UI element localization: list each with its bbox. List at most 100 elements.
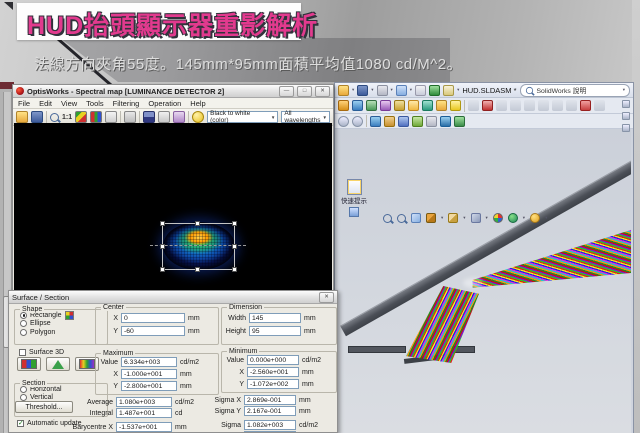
menu-filtering[interactable]: Filtering: [113, 99, 140, 108]
component-pattern-icon[interactable]: [366, 100, 377, 111]
smart-fasteners-icon[interactable]: [380, 100, 391, 111]
motion-study-icon[interactable]: [510, 100, 521, 111]
filter-icon[interactable]: [173, 111, 185, 123]
view-orientation-icon[interactable]: [426, 213, 436, 223]
selection-handle[interactable]: [232, 267, 237, 272]
rectangle-radio[interactable]: [20, 312, 27, 319]
color-scale-icon[interactable]: [75, 111, 87, 123]
equations-icon[interactable]: [552, 100, 563, 111]
surface-section-titlebar[interactable]: Surface / Section ✕: [9, 291, 337, 304]
menu-operation[interactable]: Operation: [148, 99, 181, 108]
quick-tips-widget[interactable]: 快速提示: [338, 179, 370, 217]
selection-handle[interactable]: [160, 244, 165, 249]
ellipse-radio[interactable]: [20, 320, 27, 327]
print-icon[interactable]: [377, 85, 388, 96]
simulation-icon[interactable]: [496, 100, 507, 111]
search-dropdown-arrow[interactable]: ▾: [623, 87, 625, 93]
contrast-icon[interactable]: [158, 111, 170, 123]
solidworks-viewport[interactable]: ▾ ▾ ▾ ▾ ▾ 快速提示: [335, 129, 631, 433]
open-icon[interactable]: [338, 85, 349, 96]
open-icon[interactable]: [16, 111, 28, 123]
layers-icon[interactable]: [143, 111, 155, 123]
bom-icon[interactable]: [566, 100, 577, 111]
center-x-input[interactable]: 0: [121, 313, 185, 323]
assembly-features-icon[interactable]: [422, 100, 433, 111]
menu-file[interactable]: File: [18, 99, 30, 108]
features-icon[interactable]: [384, 116, 395, 127]
save-dropdown-arrow[interactable]: ▾: [371, 87, 373, 93]
save-icon[interactable]: [31, 111, 43, 123]
spectral-map-viewport[interactable]: [14, 123, 332, 290]
zoom-fit-icon[interactable]: [383, 214, 392, 223]
exploded-view-icon[interactable]: [468, 100, 479, 111]
task-pane-design-library-icon[interactable]: [622, 112, 630, 120]
sketch-icon[interactable]: [370, 116, 381, 127]
false-color-button[interactable]: [17, 357, 41, 371]
apply-scene-icon[interactable]: [508, 213, 518, 223]
vertical-radio[interactable]: [20, 394, 27, 401]
menu-tools[interactable]: Tools: [86, 99, 104, 108]
surfaces-icon[interactable]: [398, 116, 409, 127]
select-icon[interactable]: [415, 85, 426, 96]
cie-diagram-button[interactable]: [46, 357, 70, 371]
open-dropdown-arrow[interactable]: ▾: [352, 87, 354, 93]
curvature-icon[interactable]: [580, 100, 591, 111]
wavelengths-dropdown[interactable]: All wavelengths ▼: [281, 111, 330, 123]
selection-handle[interactable]: [195, 267, 200, 272]
menu-view[interactable]: View: [61, 99, 77, 108]
minimize-button[interactable]: —: [279, 86, 294, 97]
hide-show-items-icon[interactable]: [471, 213, 481, 223]
view-orientation-arrow[interactable]: ▾: [441, 215, 443, 221]
show-hidden-icon[interactable]: [408, 100, 419, 111]
selection-handle[interactable]: [160, 221, 165, 226]
zoom-icon[interactable]: [50, 113, 59, 122]
apply-scene-arrow[interactable]: ▾: [523, 215, 525, 221]
zoom-area-icon[interactable]: [397, 214, 406, 223]
view-settings-arrow[interactable]: ▾: [545, 215, 547, 221]
back-icon[interactable]: [338, 116, 349, 127]
edit-appearance-icon[interactable]: [493, 213, 503, 223]
solidworks-search-box[interactable]: SolidWorks 說明 ▾: [520, 84, 630, 97]
mate-icon[interactable]: [352, 100, 363, 111]
reference-geometry-icon[interactable]: [436, 100, 447, 111]
selection-handle[interactable]: [160, 267, 165, 272]
view-settings-icon[interactable]: [530, 213, 540, 223]
selection-handle[interactable]: [195, 221, 200, 226]
interference-detection-icon[interactable]: [482, 100, 493, 111]
automatic-update-checkbox[interactable]: ✓: [17, 420, 24, 427]
undo-dropdown-arrow[interactable]: ▾: [410, 87, 412, 93]
quick-tips-icon[interactable]: [347, 179, 362, 195]
mass-properties-icon[interactable]: [538, 100, 549, 111]
rebuild-icon[interactable]: [429, 85, 440, 96]
options-dropdown-arrow[interactable]: ▾: [457, 87, 459, 93]
colormap-dropdown[interactable]: Black to white (color) ▼: [207, 111, 278, 123]
threshold-button[interactable]: Threshold...: [15, 401, 73, 413]
display-style-arrow[interactable]: ▾: [463, 215, 465, 221]
measurement-selection-rect[interactable]: [162, 223, 235, 270]
office-products-icon[interactable]: [440, 116, 451, 127]
center-y-input[interactable]: -60: [121, 326, 185, 336]
save-icon[interactable]: [357, 85, 368, 96]
print-dropdown-arrow[interactable]: ▾: [391, 87, 393, 93]
horizontal-radio[interactable]: [20, 386, 27, 393]
optisworks-titlebar[interactable]: OptisWorks - Spectral map [LUMINANCE DET…: [13, 85, 333, 98]
insert-component-icon[interactable]: [338, 100, 349, 111]
help-icon[interactable]: [450, 100, 461, 111]
dimxpert-icon[interactable]: [426, 116, 437, 127]
measure-icon[interactable]: [524, 100, 535, 111]
maximize-button[interactable]: □: [297, 86, 312, 97]
undo-icon[interactable]: [396, 85, 407, 96]
options-icon[interactable]: [443, 85, 454, 96]
move-component-icon[interactable]: [394, 100, 405, 111]
ruler-icon[interactable]: [105, 111, 117, 123]
quick-tips-badge-icon[interactable]: [349, 207, 359, 217]
forward-icon[interactable]: [352, 116, 363, 127]
selection-handle[interactable]: [232, 244, 237, 249]
close-button[interactable]: ✕: [315, 86, 330, 97]
render-tools-icon[interactable]: [454, 116, 465, 127]
rotate-view-icon[interactable]: [411, 213, 421, 223]
zebra-stripes-icon[interactable]: [594, 100, 605, 111]
menu-edit[interactable]: Edit: [39, 99, 52, 108]
menu-help[interactable]: Help: [190, 99, 205, 108]
close-button[interactable]: ✕: [319, 292, 334, 303]
